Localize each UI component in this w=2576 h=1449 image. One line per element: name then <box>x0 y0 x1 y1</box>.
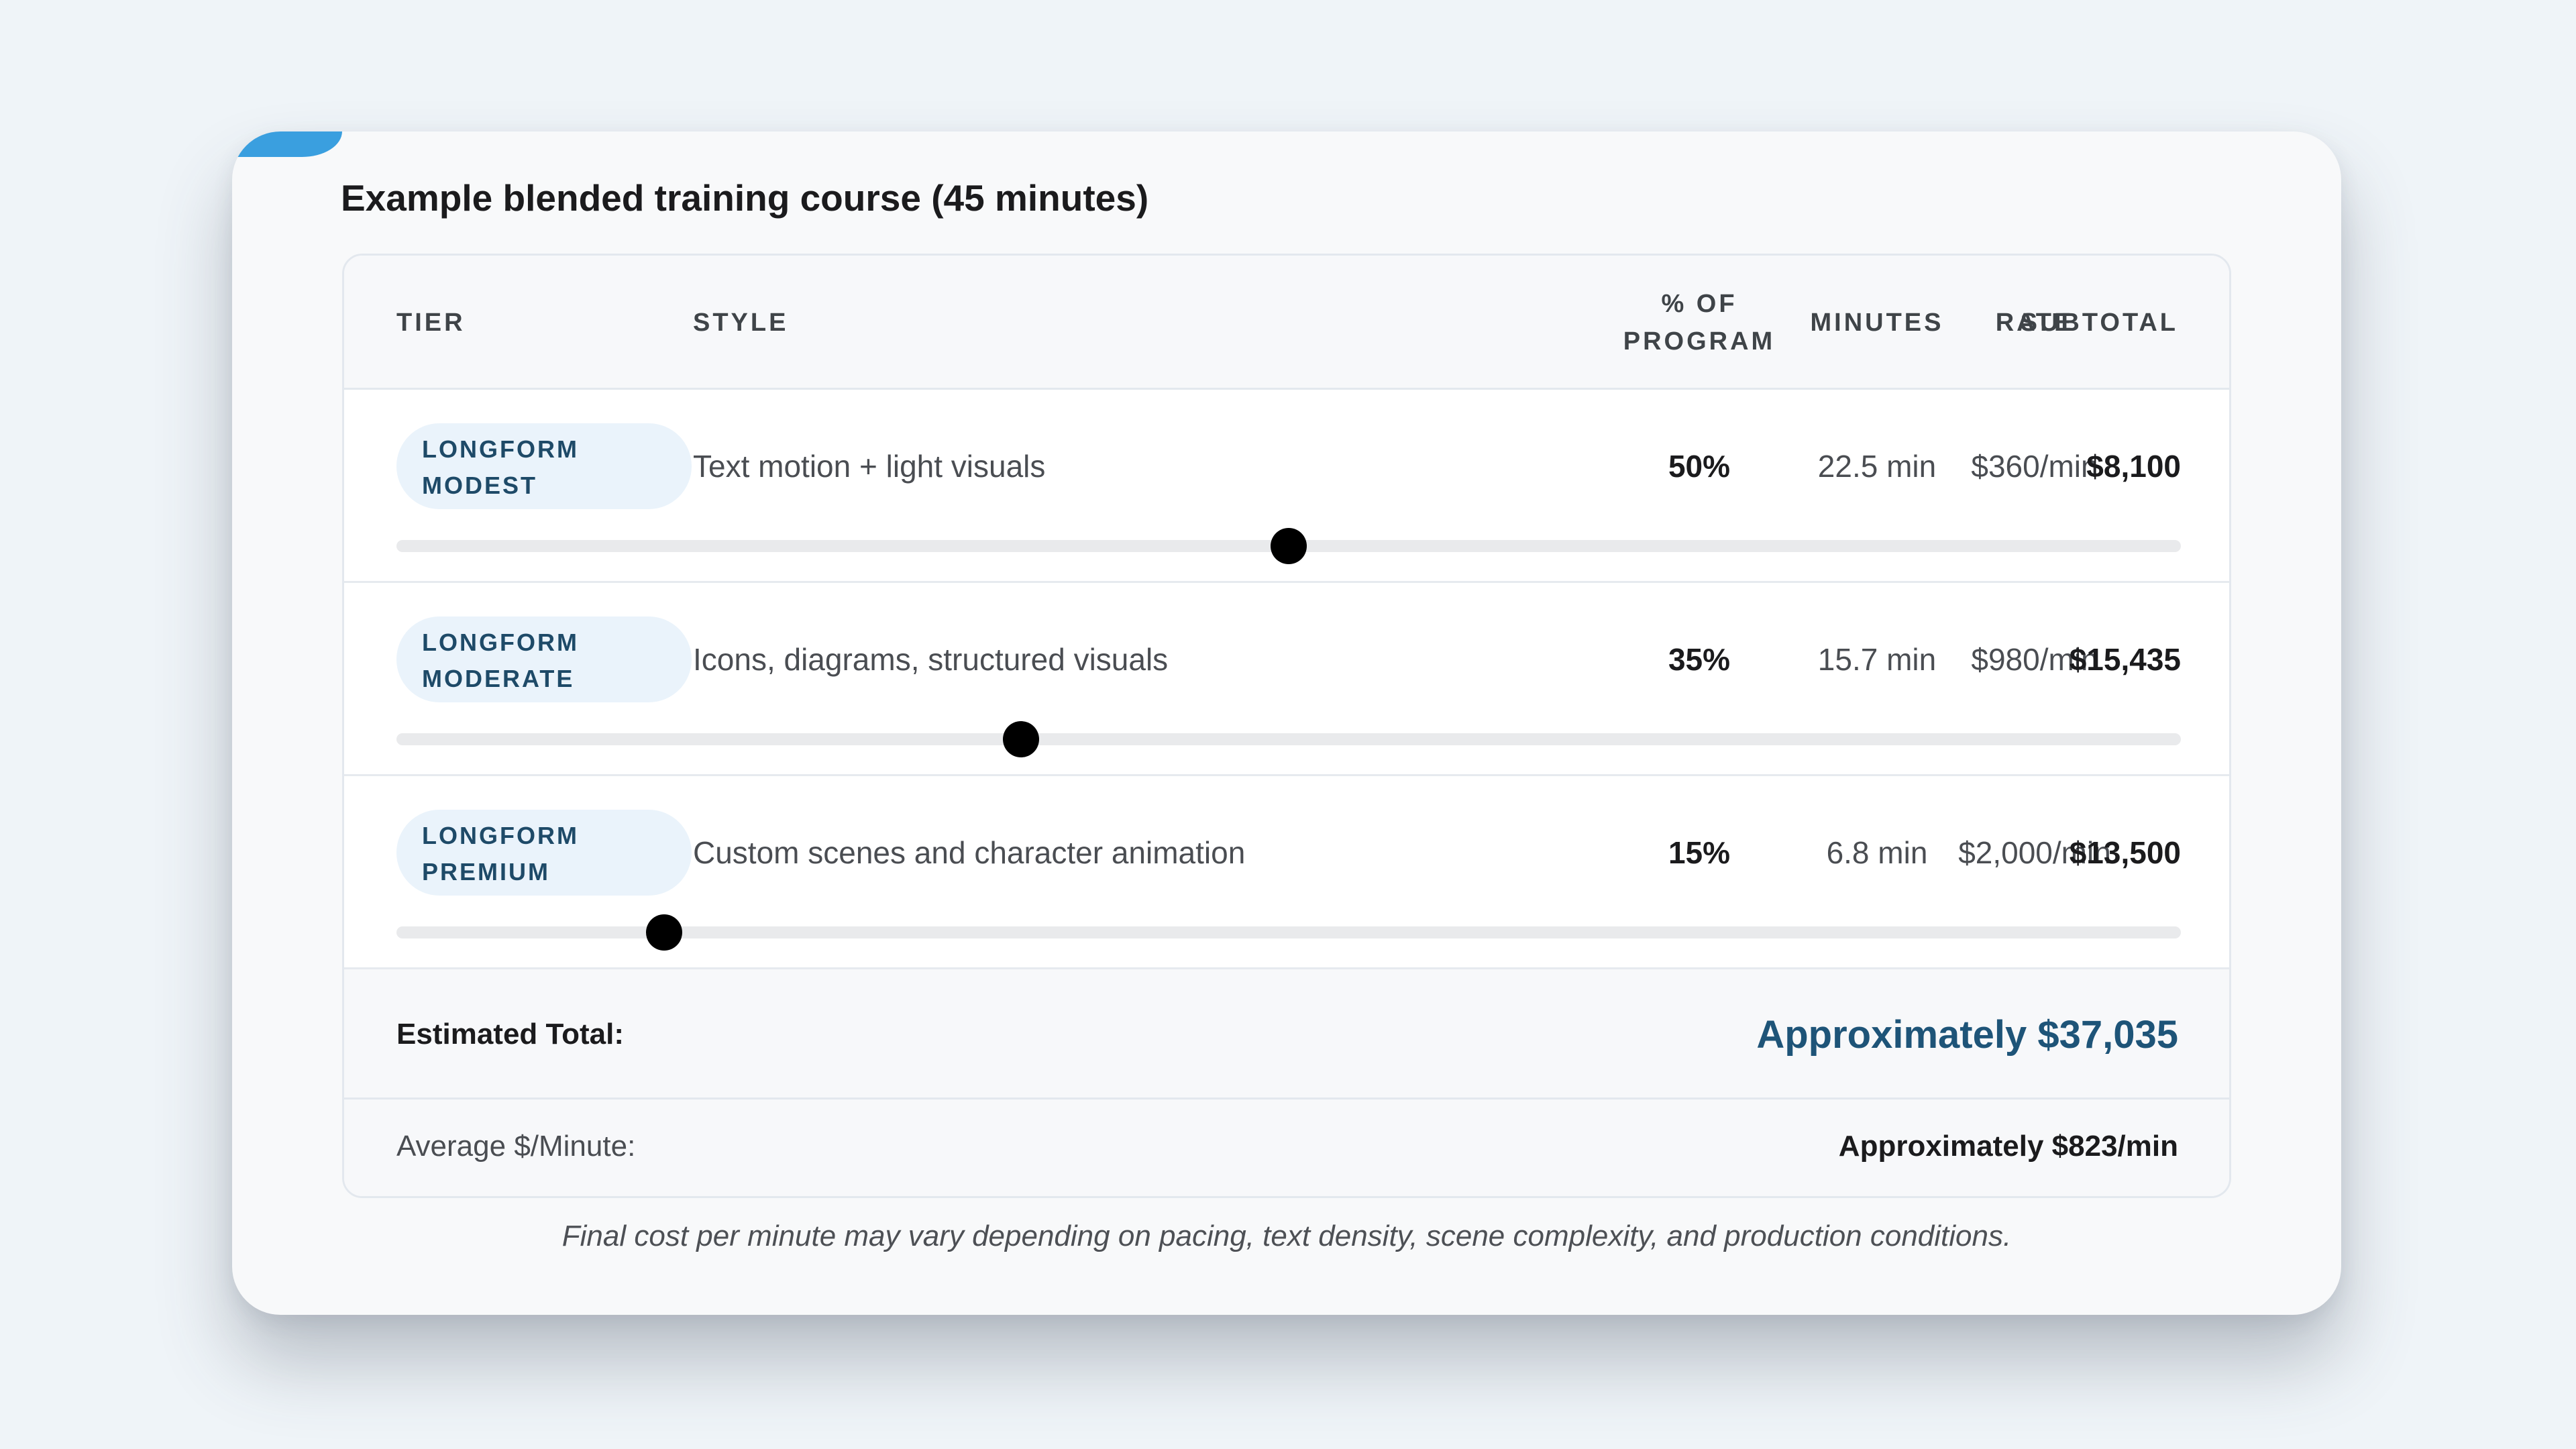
table-row: LONGFORM MODERATE Icons, diagrams, struc… <box>344 583 2229 776</box>
tier-badge: LONGFORM PREMIUM <box>396 810 692 896</box>
footnote: Final cost per minute may vary depending… <box>561 1220 2012 1252</box>
header-tier: TIER <box>396 308 466 337</box>
pricing-table: TIER STYLE % OF PROGRAM MINUTES RATE SUB… <box>342 254 2231 1198</box>
estimated-total-row: Estimated Total: Approximately $37,035 <box>344 969 2229 1099</box>
percent-cell: 35% <box>1668 642 1731 677</box>
header-percent-line1: % OF <box>1661 290 1737 318</box>
card-title: Example blended training course (45 minu… <box>341 177 1149 219</box>
average-label: Average $/Minute: <box>396 1130 636 1163</box>
percent-slider[interactable] <box>396 528 2181 564</box>
percent-cell: 15% <box>1668 835 1731 870</box>
percent-cell: 50% <box>1668 449 1731 484</box>
header-percent-line2: PROGRAM <box>1623 327 1776 356</box>
header-subtotal: SUBTOTAL <box>2020 308 2178 337</box>
tier-badge-line2: MODEST <box>422 472 538 499</box>
minutes-cell: 22.5 min <box>1817 449 1937 484</box>
slider-handle[interactable] <box>1271 528 1307 564</box>
percent-slider[interactable] <box>396 914 2181 951</box>
tier-badge-line2: PREMIUM <box>422 858 550 885</box>
total-label: Estimated Total: <box>396 1018 625 1051</box>
pricing-card: Example blended training course (45 minu… <box>232 131 2341 1315</box>
header-minutes: MINUTES <box>1810 309 1944 337</box>
slider-handle[interactable] <box>1003 721 1039 757</box>
percent-slider[interactable] <box>396 721 2181 757</box>
tier-badge-line1: LONGFORM <box>422 629 579 656</box>
total-value: Approximately $37,035 <box>1756 1012 2178 1057</box>
subtotal-cell: $13,500 <box>2069 835 2181 870</box>
table-row: LONGFORM MODEST Text motion + light visu… <box>344 390 2229 583</box>
minutes-cell: 6.8 min <box>1826 835 1928 870</box>
header-style: STYLE <box>693 308 789 337</box>
tier-badge: LONGFORM MODERATE <box>396 616 692 702</box>
header-percent: % OF PROGRAM <box>1619 256 1780 390</box>
subtotal-cell: $15,435 <box>2069 642 2181 677</box>
accent-corner <box>232 131 342 157</box>
average-rate-row: Average $/Minute: Approximately $823/min <box>344 1099 2229 1196</box>
subtotal-cell: $8,100 <box>2086 449 2181 484</box>
average-value: Approximately $823/min <box>1838 1130 2178 1163</box>
style-cell: Custom scenes and character animation <box>693 835 1246 870</box>
table-header: TIER STYLE % OF PROGRAM MINUTES RATE SUB… <box>344 256 2229 390</box>
tier-badge-line2: MODERATE <box>422 665 575 692</box>
tier-badge-line1: LONGFORM <box>422 822 579 849</box>
tier-badge: LONGFORM MODEST <box>396 423 692 509</box>
style-cell: Icons, diagrams, structured visuals <box>693 642 1169 677</box>
style-cell: Text motion + light visuals <box>693 449 1046 484</box>
tier-badge-line1: LONGFORM <box>422 435 579 463</box>
minutes-cell: 15.7 min <box>1817 642 1937 677</box>
slider-handle[interactable] <box>646 914 682 951</box>
table-row: LONGFORM PREMIUM Custom scenes and chara… <box>344 776 2229 969</box>
